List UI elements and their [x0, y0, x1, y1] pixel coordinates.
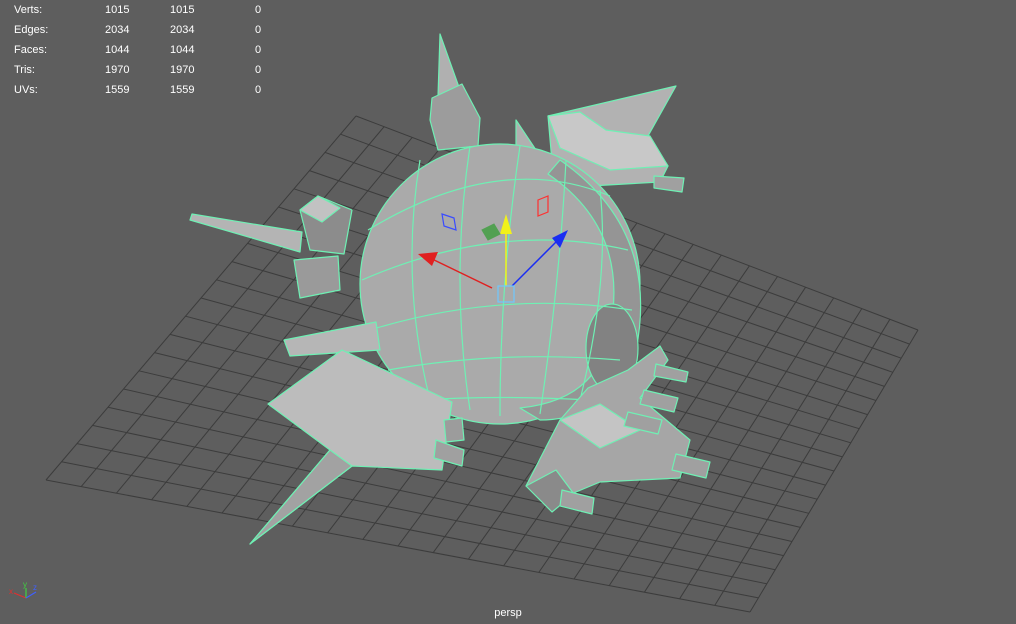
axis-z-label: z — [33, 583, 37, 592]
hud-value-selected: 1015 — [170, 4, 195, 16]
hud-value-component: 0 — [255, 44, 262, 56]
hud-value-object: 1044 — [105, 44, 130, 56]
fin-left-long — [189, 213, 303, 253]
axis-y-label: y — [23, 580, 27, 589]
nozzle-top-right — [653, 175, 685, 193]
hud-value-object: 2034 — [105, 24, 130, 36]
hud-value-component: 0 — [255, 64, 262, 76]
hud-label: Faces: — [14, 44, 48, 56]
hud-row-tris: Tris: 1970 1970 0 — [14, 60, 275, 80]
hud-value-selected: 1970 — [170, 64, 195, 76]
hud-label: UVs: — [14, 84, 38, 96]
nozzle-right-5 — [559, 489, 595, 515]
hud-value-selected: 1044 — [170, 44, 195, 56]
axis-x-line — [13, 592, 27, 599]
hud-value-component: 0 — [255, 4, 262, 16]
nozzle-left-box — [443, 417, 465, 443]
hud-value-object: 1015 — [105, 4, 130, 16]
hud-label: Edges: — [14, 24, 49, 36]
hud-value-component: 0 — [255, 84, 262, 96]
hud-value-component: 0 — [255, 24, 262, 36]
grid-line — [45, 479, 751, 613]
hud-value-selected: 2034 — [170, 24, 195, 36]
axis-z-line — [25, 591, 37, 599]
view-axis-icon: x y z — [9, 580, 37, 599]
hud-row-verts: Verts: 1015 1015 0 — [14, 0, 275, 20]
hud-label: Tris: — [14, 64, 35, 76]
hud-value-object: 1559 — [105, 84, 130, 96]
grid-line — [749, 329, 919, 613]
hud-row-edges: Edges: 2034 2034 0 — [14, 20, 275, 40]
hud-label: Verts: — [14, 4, 43, 16]
maya-viewport[interactable]: Verts: 1015 1015 0 Edges: 2034 2034 0 Fa… — [0, 0, 1016, 624]
fin-left-lower — [293, 255, 341, 299]
hud-row-uvs: UVs: 1559 1559 0 — [14, 80, 275, 100]
poly-count-hud: Verts: 1015 1015 0 Edges: 2034 2034 0 Fa… — [14, 0, 275, 100]
spaceship-mesh[interactable] — [189, 33, 711, 545]
camera-name: persp — [494, 607, 522, 619]
grid-line — [61, 461, 759, 599]
axis-x-label: x — [9, 587, 13, 596]
hud-value-object: 1970 — [105, 64, 130, 76]
hud-row-faces: Faces: 1044 1044 0 — [14, 40, 275, 60]
hud-value-selected: 1559 — [170, 84, 195, 96]
nozzle-right-1 — [653, 363, 689, 383]
